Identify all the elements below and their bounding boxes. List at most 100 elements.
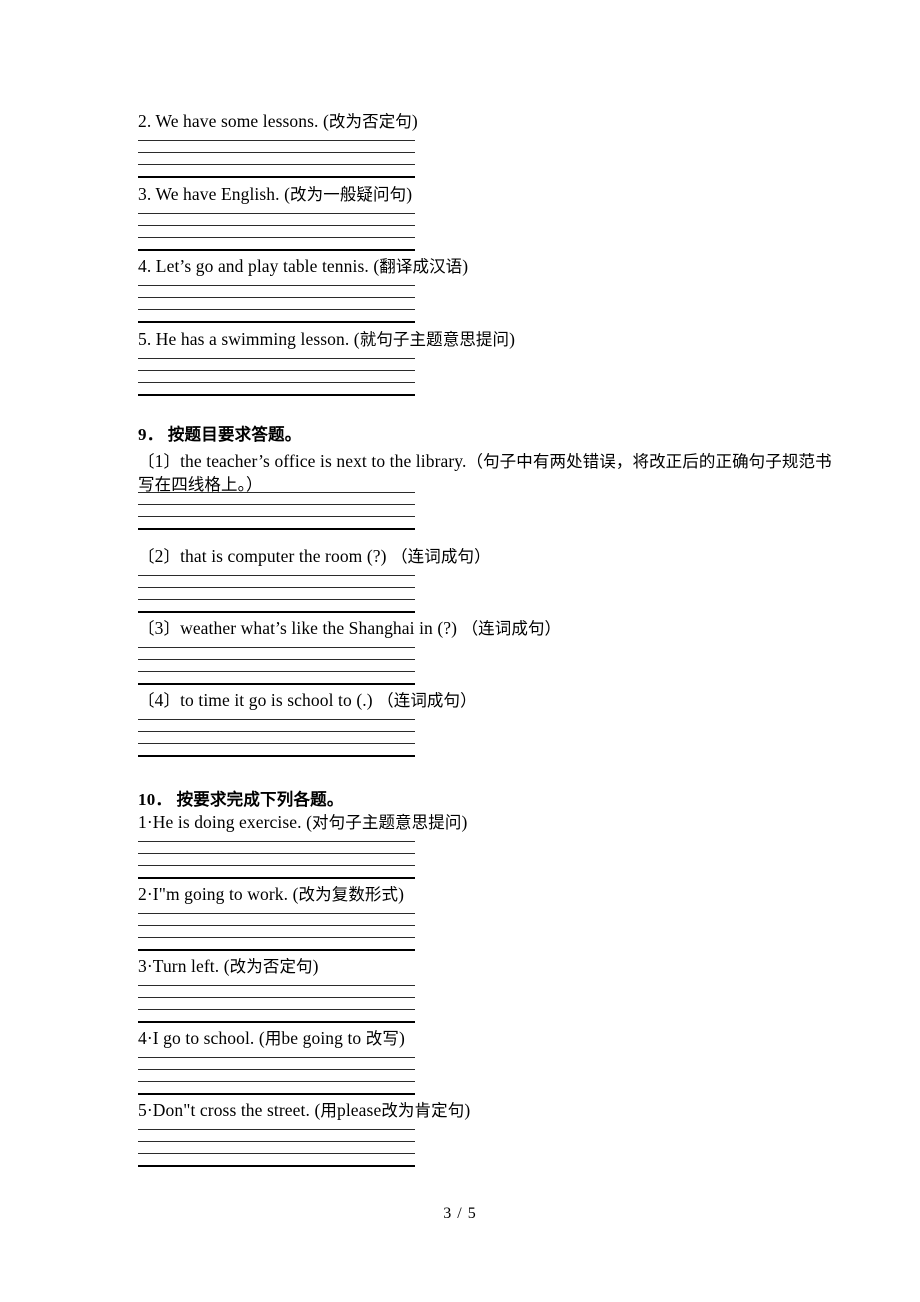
grid-rule-1	[138, 841, 415, 842]
grid-rule-2	[138, 297, 415, 298]
question-text: 3. We have English. (改为一般疑问句)	[138, 184, 413, 204]
cjk-text-run: 改为否定句	[328, 112, 412, 131]
grid-rule-2	[138, 925, 415, 926]
grid-rule-3	[138, 599, 415, 600]
cjk-text-run: 〔	[138, 452, 155, 471]
cjk-text-run: 改为复数形式	[298, 885, 399, 904]
grid-rule-4	[138, 683, 415, 685]
question-text: 〔2〕that is computer the room (?) （连词成句）	[138, 546, 491, 566]
section-heading: 9． 按题目要求答题。	[138, 425, 302, 444]
grid-rule-4	[138, 394, 415, 396]
four-line-writing-grid[interactable]	[138, 575, 415, 613]
grid-rule-1	[138, 913, 415, 914]
grid-rule-3	[138, 1153, 415, 1154]
cjk-text-run: 改为肯定句	[381, 1101, 465, 1120]
four-line-writing-grid[interactable]	[138, 913, 415, 951]
cjk-text-run: （连词成句）	[461, 619, 562, 638]
cjk-text-run: 按要求完成下列各题。	[176, 790, 344, 809]
grid-rule-4	[138, 528, 415, 530]
page-number: 3 / 5	[443, 1205, 477, 1222]
cjk-text-run: 对句子主题意思提问	[312, 813, 462, 832]
cjk-text-run: （句子中有两处错误，将改正后的正确句子规范书写在四线格上。）	[138, 452, 832, 494]
grid-rule-1	[138, 213, 415, 214]
grid-rule-3	[138, 865, 415, 866]
cjk-text-run: （连词成句）	[391, 547, 491, 566]
four-line-writing-grid[interactable]	[138, 1057, 415, 1095]
section-heading: 10． 按要求完成下列各题。	[138, 790, 344, 809]
grid-rule-3	[138, 164, 415, 165]
four-line-writing-grid[interactable]	[138, 841, 415, 879]
cjk-text-run: 〕	[163, 547, 181, 566]
cjk-text-run: 就句子主题意思提问	[359, 330, 510, 349]
four-line-writing-grid[interactable]	[138, 647, 415, 685]
grid-rule-4	[138, 949, 415, 951]
cjk-text-run: 用	[264, 1029, 282, 1048]
four-line-writing-grid[interactable]	[138, 985, 415, 1023]
grid-rule-1	[138, 1057, 415, 1058]
grid-rule-2	[138, 731, 415, 732]
four-line-writing-grid[interactable]	[138, 358, 415, 396]
four-line-writing-grid[interactable]	[138, 285, 415, 323]
question-text: 4·I go to school. (用be going to 改写)	[138, 1028, 405, 1048]
cjk-text-run: 〔	[138, 547, 155, 566]
grid-rule-2	[138, 853, 415, 854]
grid-rule-1	[138, 492, 415, 493]
cjk-text-run: 〕	[163, 619, 181, 638]
cjk-text-run: 〔	[138, 691, 155, 710]
grid-rule-3	[138, 516, 415, 517]
grid-rule-2	[138, 504, 415, 505]
question-text: 〔3〕weather what’s like the Shanghai in (…	[138, 618, 562, 638]
worksheet-page: 2. We have some lessons. (改为否定句) 3. We ha…	[0, 0, 920, 1302]
cjk-text-run: 〕	[163, 452, 181, 471]
cjk-text-run: （连词成句）	[377, 691, 477, 710]
cjk-text-run: ．	[146, 425, 164, 444]
question-text: 3·Turn left. (改为否定句)	[138, 956, 319, 976]
grid-rule-4	[138, 176, 415, 178]
question-text: 1·He is doing exercise. (对句子主题意思提问)	[138, 812, 468, 832]
grid-rule-1	[138, 140, 415, 141]
grid-rule-4	[138, 755, 415, 757]
four-line-writing-grid[interactable]	[138, 213, 415, 251]
question-text: 5. He has a swimming lesson. (就句子主题意思提问)	[138, 329, 516, 349]
question-text: 2. We have some lessons. (改为否定句)	[138, 111, 418, 131]
grid-rule-4	[138, 1093, 415, 1095]
grid-rule-2	[138, 587, 415, 588]
grid-rule-3	[138, 1081, 415, 1082]
grid-rule-2	[138, 1069, 415, 1070]
cjk-text-run: 用	[320, 1101, 337, 1120]
grid-rule-1	[138, 1129, 415, 1130]
four-line-writing-grid[interactable]	[138, 1129, 415, 1167]
question-text: 〔4〕to time it go is school to (.) （连词成句）	[138, 690, 477, 710]
cjk-text-run: 改为否定句	[229, 957, 313, 976]
grid-rule-4	[138, 1165, 415, 1167]
grid-rule-1	[138, 358, 415, 359]
grid-rule-1	[138, 575, 415, 576]
grid-rule-2	[138, 659, 415, 660]
grid-rule-3	[138, 382, 415, 383]
four-line-writing-grid[interactable]	[138, 492, 415, 530]
four-line-writing-grid[interactable]	[138, 140, 415, 178]
cjk-text-run: 〔	[138, 619, 155, 638]
grid-rule-1	[138, 285, 415, 286]
question-text: 5·Don"t cross the street. (用please改为肯定句)	[138, 1100, 471, 1120]
grid-rule-4	[138, 611, 415, 613]
grid-rule-2	[138, 225, 415, 226]
cjk-text-run: ．	[155, 790, 173, 809]
grid-rule-3	[138, 937, 415, 938]
four-line-writing-grid[interactable]	[138, 719, 415, 757]
grid-rule-3	[138, 237, 415, 238]
grid-rule-1	[138, 647, 415, 648]
grid-rule-2	[138, 1141, 415, 1142]
grid-rule-3	[138, 743, 415, 744]
question-text: 4. Let’s go and play table tennis. (翻译成汉…	[138, 256, 469, 276]
cjk-text-run: 改为一般疑问句	[290, 185, 407, 204]
grid-rule-4	[138, 1021, 415, 1023]
grid-rule-3	[138, 1009, 415, 1010]
question-text: 〔1〕the teacher’s office is next to the l…	[138, 451, 832, 494]
cjk-text-run: 〕	[163, 691, 181, 710]
grid-rule-2	[138, 997, 415, 998]
grid-rule-4	[138, 877, 415, 879]
cjk-text-run: 改写	[365, 1029, 399, 1048]
grid-rule-2	[138, 370, 415, 371]
grid-rule-3	[138, 671, 415, 672]
